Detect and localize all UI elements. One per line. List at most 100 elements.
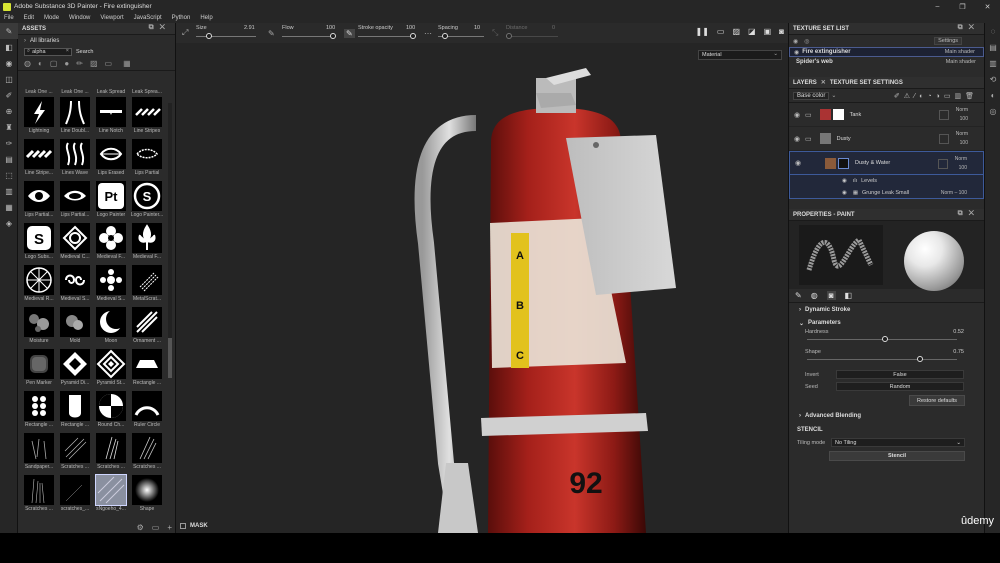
asset-tile[interactable]: Lips Partial	[130, 139, 164, 177]
mask-toggle[interactable]: MASK	[180, 523, 208, 529]
asset-tile[interactable]: Medieval F...	[130, 223, 164, 261]
grid-view-icon[interactable]: ▦	[123, 59, 131, 68]
asset-tile[interactable]: Medieval C...	[58, 223, 92, 261]
history-icon[interactable]: ⟲	[985, 71, 1000, 87]
asset-tile-label[interactable]: Leak One ...	[58, 85, 92, 95]
asset-tile[interactable]: Pt Logo Painter	[94, 181, 128, 219]
close-button[interactable]: ✕	[975, 0, 1000, 13]
layer-blend[interactable]: Norm 100	[956, 130, 968, 148]
layer-blend[interactable]: Norm 100	[956, 106, 968, 124]
smudge-icon[interactable]: ✐	[0, 87, 18, 103]
eye-icon[interactable]: ◉	[842, 190, 847, 196]
asset-tile[interactable]: Moisture	[22, 307, 56, 345]
menu-edit[interactable]: Edit	[24, 15, 34, 21]
material-select[interactable]: Material ⌄	[698, 50, 782, 60]
asset-tile[interactable]: Scratches ...	[130, 433, 164, 471]
filter-brush-icon[interactable]: ✏	[76, 59, 83, 68]
eye-icon[interactable]: ◉	[794, 135, 802, 143]
asset-tile[interactable]: Lips Partial...	[22, 181, 56, 219]
dynamic-stroke-section[interactable]: › Dynamic Stroke	[789, 303, 984, 317]
asset-tile[interactable]: Shape	[130, 475, 164, 513]
display-settings-icon[interactable]: ◐	[985, 87, 1000, 103]
filter-env-icon[interactable]: ▨	[90, 59, 98, 68]
shelf-icon[interactable]: ▦	[0, 199, 18, 215]
asset-tile[interactable]: S Logo Painter...	[130, 181, 164, 219]
properties-icon[interactable]: ▥	[985, 55, 1000, 71]
panel-controls-icon[interactable]: ⧉✕	[958, 210, 980, 218]
asset-tile[interactable]: Medieval S...	[94, 265, 128, 303]
stroke-opacity-control[interactable]: ✎ Stroke opacity 100	[344, 23, 418, 43]
filter-mask-icon[interactable]: ▭	[105, 59, 113, 68]
menu-python[interactable]: Python	[172, 15, 191, 21]
asset-tile[interactable]: Medieval R...	[22, 265, 56, 303]
menu-help[interactable]: Help	[200, 15, 212, 21]
asset-tile-label[interactable]: Leak Spread	[94, 85, 128, 95]
layer-row-selected[interactable]: ◉ Dusty & Water Norm 100	[789, 151, 984, 175]
asset-tile[interactable]: Ornament ...	[130, 307, 164, 345]
effect-row[interactable]: ◉ ılı Levels	[789, 175, 984, 187]
assets-scrollbar[interactable]	[168, 103, 172, 378]
asset-tile[interactable]: Line Doubl...	[58, 97, 92, 135]
polygon-fill-icon[interactable]: ◫	[0, 71, 18, 87]
asset-tile[interactable]: Pyramid Di...	[58, 349, 92, 387]
asset-tile[interactable]: MetalScrat...	[130, 265, 164, 303]
stencil-button[interactable]: Stencil	[829, 451, 965, 461]
paint-brush-icon[interactable]: ✎	[0, 23, 18, 39]
flow-control[interactable]: ✎ Flow 100	[268, 23, 338, 43]
size-control[interactable]: ⤢ Size 2.91	[182, 23, 262, 43]
search-button[interactable]: Search	[76, 49, 93, 55]
asset-tile[interactable]: Line Stripes	[130, 97, 164, 135]
layer-row[interactable]: ◉ ▭ Tank Norm 100	[789, 103, 984, 127]
distance-control[interactable]: ⤡ Distance 0	[492, 23, 562, 43]
asset-tile[interactable]: Lightning	[22, 97, 56, 135]
asset-tile-label[interactable]: Leak One ...	[22, 85, 56, 95]
asset-tile[interactable]: Lines Wave	[58, 139, 92, 177]
asset-tile[interactable]: Sandpaper...	[22, 433, 56, 471]
asset-tile[interactable]: Line Notch	[94, 97, 128, 135]
menu-mode[interactable]: Mode	[44, 15, 59, 21]
layer-checkbox[interactable]	[939, 134, 949, 144]
eye-icon[interactable]: ◉	[794, 111, 802, 119]
filter-smart-icon[interactable]: ◐	[38, 59, 43, 68]
bake-icon[interactable]: ▤	[0, 151, 18, 167]
asset-tile[interactable]: Ruler Circle	[130, 391, 164, 429]
maximize-button[interactable]: ❐	[950, 0, 975, 13]
visibility-icon[interactable]: ◎	[804, 38, 809, 45]
camera-icon[interactable]: ▣	[764, 27, 772, 36]
settings-dropdown[interactable]: Settings	[934, 37, 962, 45]
menu-file[interactable]: File	[4, 15, 14, 21]
asset-tile[interactable]: Rectangle ...	[130, 349, 164, 387]
layer-row[interactable]: ◉ ▭ Dusty Norm 100	[789, 127, 984, 151]
advanced-blending-section[interactable]: › Advanced Blending	[789, 409, 984, 423]
eye-icon[interactable]: ◉	[793, 38, 798, 45]
screenshot-icon[interactable]: ◙	[779, 27, 784, 36]
shader-settings-icon[interactable]: ◎	[985, 103, 1000, 119]
menu-javascript[interactable]: JavaScript	[134, 15, 162, 21]
brush-tab-icon[interactable]: ✎	[795, 291, 802, 300]
asset-tile[interactable]: Line Stripe...	[22, 139, 56, 177]
asset-tile[interactable]: Moon	[94, 307, 128, 345]
layer-blend[interactable]: Norm 100	[955, 155, 967, 173]
clone-icon[interactable]: ⊕	[0, 103, 18, 119]
eye-icon[interactable]: ◉	[842, 178, 847, 184]
asset-tile[interactable]: Medieval F...	[94, 223, 128, 261]
menu-window[interactable]: Window	[69, 15, 90, 21]
filter-material-icon[interactable]: ◍	[24, 59, 31, 68]
asset-tile[interactable]: Lips Partial...	[58, 181, 92, 219]
texture-set-list-icon[interactable]: ◌	[985, 23, 1000, 39]
hardness-slider[interactable]: Hardness 0.52	[789, 329, 984, 349]
menu-viewport[interactable]: Viewport	[100, 15, 123, 21]
mask-checkbox[interactable]	[180, 523, 186, 529]
texture-set-row[interactable]: ◉ Fire extinguisher Main shader	[789, 47, 984, 57]
display-icon[interactable]: ◈	[0, 215, 18, 231]
tab-layers[interactable]: LAYERS	[789, 80, 821, 86]
frame-icon[interactable]: ▭	[717, 27, 725, 36]
settings-icon[interactable]: ⚙	[137, 523, 144, 532]
effect-row[interactable]: ◉ ▦ Grunge Leak Small Norm – 100	[789, 187, 984, 199]
shape-slider[interactable]: Shape 0.75	[789, 349, 984, 369]
asset-tile[interactable]: Scratches ...	[94, 433, 128, 471]
projection-icon[interactable]: ◉	[0, 55, 18, 71]
asset-tile[interactable]: sNgoeho_4...	[94, 474, 128, 513]
eye-icon[interactable]: ◉	[795, 159, 803, 167]
geometry-icon[interactable]: ⬚	[0, 167, 18, 183]
